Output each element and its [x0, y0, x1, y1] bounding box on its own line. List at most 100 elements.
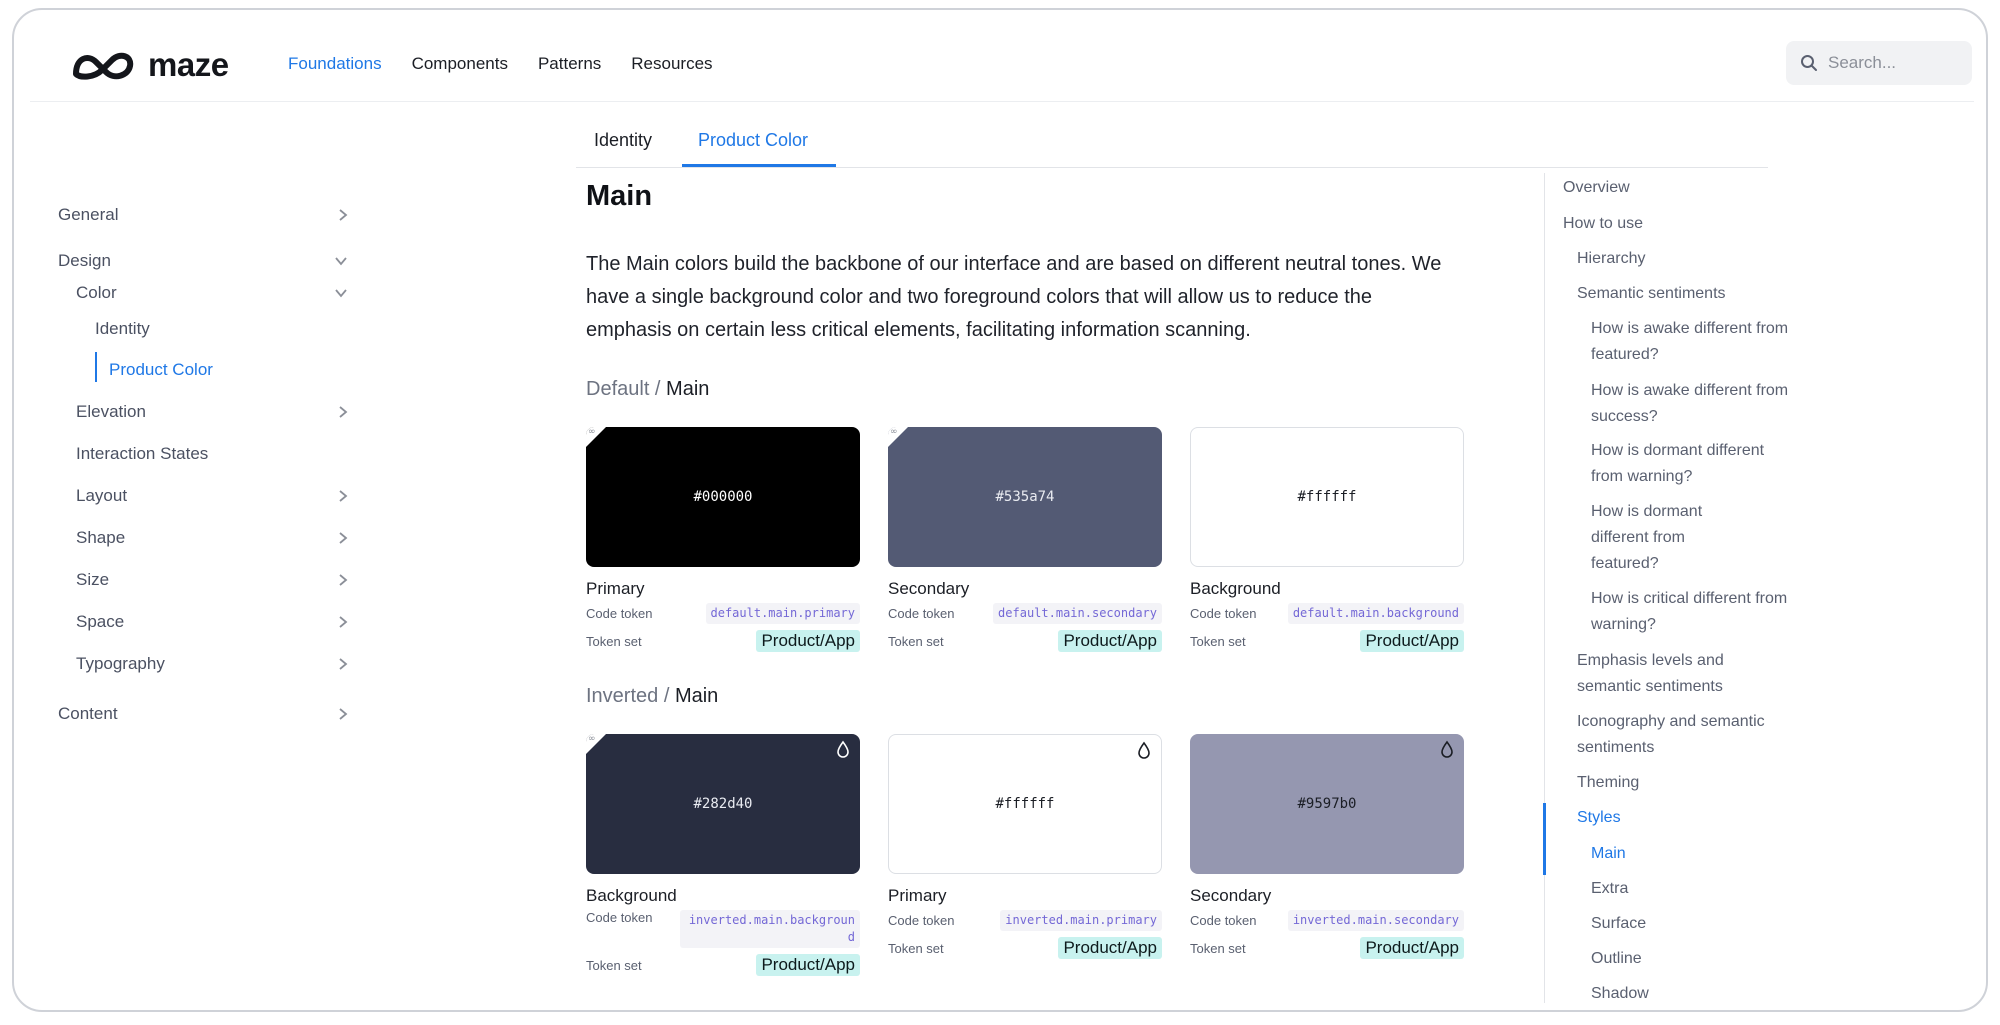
page-title: Main — [586, 180, 653, 212]
toc-item-outline[interactable]: Outline — [1591, 946, 1642, 972]
search-input[interactable] — [1828, 53, 1958, 73]
tab-product-color[interactable]: Product Color — [698, 130, 808, 151]
toc-item-iconography[interactable]: Iconography and semantic sentiments — [1577, 709, 1767, 761]
drop-icon — [837, 740, 849, 758]
sidebar-item-elevation[interactable]: Elevation — [76, 400, 348, 424]
sidebar-item-product-color[interactable]: Product Color — [109, 358, 309, 382]
sidebar-active-indicator — [95, 352, 97, 382]
card-title: Primary — [888, 886, 947, 905]
color-card-default-primary[interactable]: ∞ #000000 Primary Code token default.mai… — [586, 427, 860, 652]
code-token-value[interactable]: inverted.main.secondary — [1287, 910, 1464, 931]
code-token-row: Code token inverted.main.secondary — [1190, 910, 1464, 931]
color-swatch[interactable]: #ffffff — [1190, 427, 1464, 567]
card-title: Secondary — [888, 579, 970, 598]
swatch-hex: #535a74 — [995, 489, 1055, 505]
chevron-down-icon — [335, 257, 347, 266]
section-title-inverted-main: Inverted / Main — [586, 685, 718, 708]
nav-components[interactable]: Components — [412, 54, 508, 74]
toc-item-main[interactable]: Main — [1591, 841, 1626, 867]
sidebar-item-label: Product Color — [109, 360, 213, 379]
token-set-label: Token set — [1190, 633, 1246, 649]
token-set-row: Token set Product/App — [586, 954, 860, 976]
token-set-row: Token set Product/App — [1190, 630, 1464, 652]
sidebar-item-color[interactable]: Color — [76, 281, 348, 305]
color-swatch[interactable]: #9597b0 — [1190, 734, 1464, 874]
drop-icon — [1138, 741, 1150, 759]
code-token-value[interactable]: default.main.secondary — [993, 603, 1162, 624]
card-title: Background — [586, 886, 677, 905]
token-set-badge: Product/App — [756, 630, 860, 652]
color-swatch[interactable]: #ffffff — [888, 734, 1162, 874]
sidebar-item-typography[interactable]: Typography — [76, 652, 348, 676]
main-content: Main The Main colors build the backbone … — [586, 180, 1486, 976]
sidebar-item-label: Size — [76, 570, 110, 589]
sidebar-item-design[interactable]: Design — [58, 249, 348, 273]
sidebar-item-label: Space — [76, 612, 125, 631]
table-of-contents: Overview How to use Hierarchy Semantic s… — [1543, 173, 1804, 1003]
toc-item-dormant-vs-featured[interactable]: How is dormant different from featured? — [1591, 499, 1741, 577]
toc-item-semantic-sentiments[interactable]: Semantic sentiments — [1577, 281, 1726, 307]
toc-item-awake-vs-success[interactable]: How is awake different from success? — [1591, 378, 1791, 430]
color-card-default-background[interactable]: #ffffff Background Code token default.ma… — [1190, 427, 1464, 652]
code-token-label: Code token — [586, 910, 653, 925]
sidebar-item-label: Elevation — [76, 402, 146, 421]
color-card-inverted-primary[interactable]: #ffffff Primary Code token inverted.main… — [888, 734, 1162, 959]
code-token-value[interactable]: default.main.background — [1287, 603, 1464, 624]
chevron-down-icon — [335, 289, 347, 298]
color-card-inverted-secondary[interactable]: #9597b0 Secondary Code token inverted.ma… — [1190, 734, 1464, 959]
toc-item-theming[interactable]: Theming — [1577, 770, 1639, 796]
toc-item-styles[interactable]: Styles — [1577, 805, 1621, 831]
color-swatch[interactable]: ∞ #282d40 — [586, 734, 860, 874]
browser-frame: maze Foundations Components Patterns Res… — [12, 8, 1988, 1012]
sidebar-item-layout[interactable]: Layout — [76, 484, 348, 508]
sidebar-item-content[interactable]: Content — [58, 702, 348, 726]
toc-item-how-to-use[interactable]: How to use — [1563, 211, 1643, 237]
sidebar-item-space[interactable]: Space — [76, 610, 348, 634]
tab-identity[interactable]: Identity — [594, 130, 652, 151]
sidebar-item-label: Content — [58, 704, 118, 723]
token-set-label: Token set — [586, 957, 642, 973]
code-token-label: Code token — [888, 606, 955, 621]
token-set-label: Token set — [888, 633, 944, 649]
code-token-label: Code token — [586, 606, 653, 621]
color-swatch[interactable]: ∞ #000000 — [586, 427, 860, 567]
code-token-row: Code token inverted.main.background — [586, 910, 860, 948]
nav-patterns[interactable]: Patterns — [538, 54, 601, 74]
sidebar-item-size[interactable]: Size — [76, 568, 348, 592]
color-swatch[interactable]: ∞ #535a74 — [888, 427, 1162, 567]
toc-item-emphasis-levels[interactable]: Emphasis levels and semantic sentiments — [1577, 648, 1767, 700]
toc-item-shadow[interactable]: Shadow — [1591, 981, 1649, 1007]
token-set-badge: Product/App — [756, 954, 860, 976]
sidebar-item-general[interactable]: General — [58, 203, 348, 227]
token-set-badge: Product/App — [1360, 630, 1464, 652]
nav-resources[interactable]: Resources — [631, 54, 712, 74]
color-card-inverted-background[interactable]: ∞ #282d40 Background Code token inverted… — [586, 734, 860, 976]
code-token-value[interactable]: inverted.main.primary — [1000, 910, 1162, 931]
chevron-right-icon — [339, 209, 348, 221]
sidebar-item-shape[interactable]: Shape — [76, 526, 348, 550]
color-card-default-secondary[interactable]: ∞ #535a74 Secondary Code token default.m… — [888, 427, 1162, 652]
drop-icon — [1441, 740, 1453, 758]
link-icon: ∞ — [890, 427, 898, 437]
maze-logo[interactable]: maze — [72, 46, 229, 84]
token-set-row: Token set Product/App — [586, 630, 860, 652]
toc-item-dormant-vs-warning[interactable]: How is dormant different from warning? — [1591, 438, 1791, 490]
section-prefix: Inverted / — [586, 685, 670, 707]
chevron-right-icon — [339, 490, 348, 502]
toc-item-overview[interactable]: Overview — [1563, 175, 1630, 201]
toc-item-critical-vs-warning[interactable]: How is critical different from warning? — [1591, 586, 1791, 638]
toc-item-hierarchy[interactable]: Hierarchy — [1577, 246, 1645, 272]
code-token-value[interactable]: inverted.main.background — [680, 910, 860, 948]
toc-active-indicator — [1543, 803, 1546, 875]
sidebar-item-interaction-states[interactable]: Interaction States — [76, 442, 348, 466]
search-box[interactable] — [1786, 41, 1972, 85]
toc-item-extra[interactable]: Extra — [1591, 876, 1628, 902]
chevron-right-icon — [339, 574, 348, 586]
code-token-value[interactable]: default.main.primary — [705, 603, 860, 624]
toc-item-awake-vs-featured[interactable]: How is awake different from featured? — [1591, 316, 1791, 368]
chevron-right-icon — [339, 616, 348, 628]
nav-foundations[interactable]: Foundations — [288, 54, 382, 74]
toc-item-surface[interactable]: Surface — [1591, 911, 1646, 937]
sidebar-item-identity[interactable]: Identity — [95, 317, 295, 341]
token-set-row: Token set Product/App — [1190, 937, 1464, 959]
